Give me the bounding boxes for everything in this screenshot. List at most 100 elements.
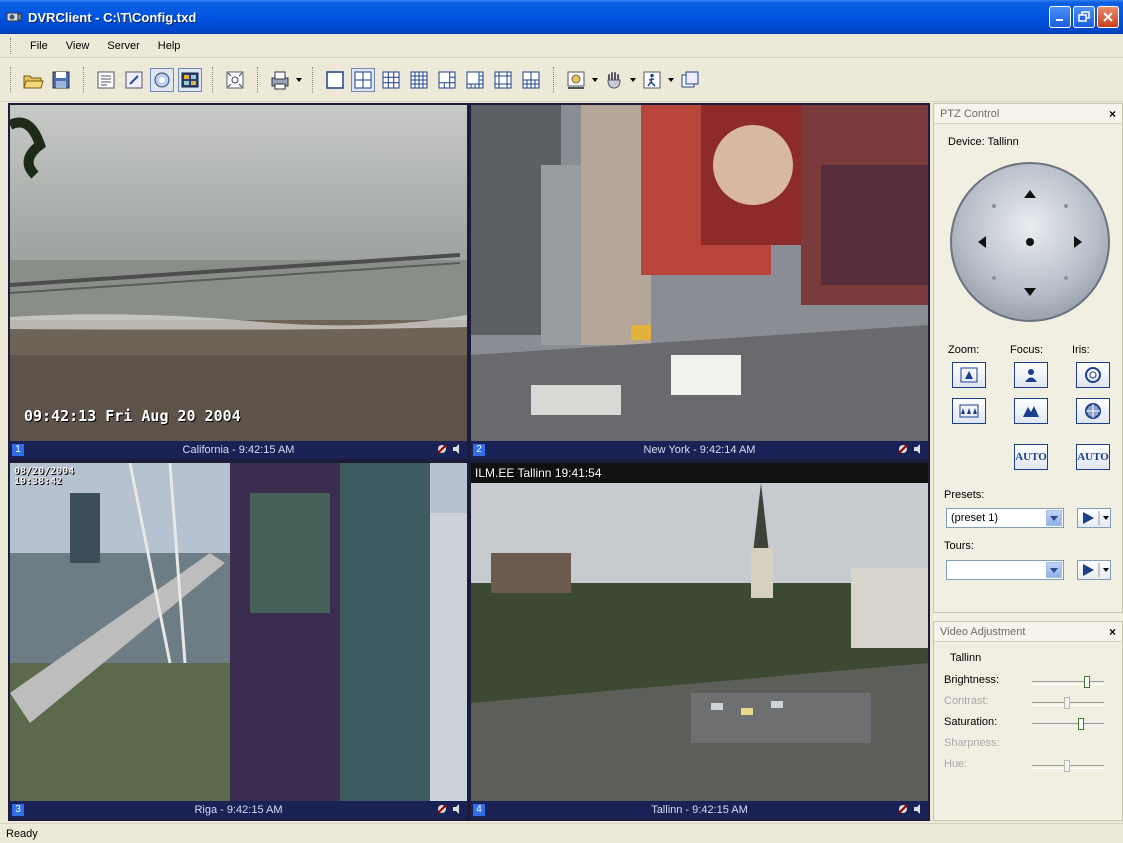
camera-caption: 4 Tallinn - 9:42:15 AM xyxy=(471,801,928,819)
camera-image-oldtown xyxy=(471,463,928,801)
brightness-slider[interactable] xyxy=(1032,676,1104,688)
list-button[interactable] xyxy=(94,68,118,92)
zoom-in-button[interactable] xyxy=(952,362,986,388)
focus-near-icon xyxy=(1025,369,1037,382)
audio-icon xyxy=(914,804,920,814)
ptz-panel-header: PTZ Control × xyxy=(934,104,1122,124)
print-dropdown[interactable] xyxy=(294,68,304,92)
camera-view-2[interactable]: 2 New York - 9:42:14 AM xyxy=(469,103,930,461)
zoom-out-icon xyxy=(959,404,979,418)
chevron-down-icon xyxy=(1046,562,1062,578)
camera-view-1[interactable]: 09:42:13 Fri Aug 20 2004 1 California - … xyxy=(8,103,469,461)
window-button[interactable] xyxy=(678,68,702,92)
focus-far-button[interactable] xyxy=(1014,398,1048,424)
print-button[interactable] xyxy=(268,68,292,92)
motion-dropdown[interactable] xyxy=(666,68,676,92)
arrow-right-icon xyxy=(1074,236,1082,248)
layout-9-button[interactable] xyxy=(379,68,403,92)
audio-icon xyxy=(453,444,459,454)
play-icon xyxy=(1083,563,1109,577)
layout-4-icon xyxy=(354,71,372,88)
preset-play-button[interactable] xyxy=(1077,508,1111,528)
arrow-down-left-icon xyxy=(992,276,996,280)
slider-thumb[interactable] xyxy=(1064,760,1070,772)
saturation-slider[interactable] xyxy=(1032,718,1104,730)
minimize-button[interactable] xyxy=(1049,6,1071,28)
ptz-device-label: Device: Tallinn xyxy=(948,136,1019,148)
slider-thumb[interactable] xyxy=(1078,718,1084,730)
layout-1-button[interactable] xyxy=(323,68,347,92)
pan-left-button[interactable] xyxy=(970,230,994,254)
layout-10-button[interactable] xyxy=(519,68,543,92)
video-adjustment-title: Video Adjustment xyxy=(940,625,1026,638)
layout-4-button[interactable] xyxy=(351,67,375,92)
camera-caption-text: New York - 9:42:14 AM xyxy=(643,444,756,456)
view-circle-button[interactable] xyxy=(150,67,174,92)
layout-6-button[interactable] xyxy=(435,68,459,92)
contrast-slider[interactable] xyxy=(1032,697,1104,709)
view-circle-icon xyxy=(154,72,170,87)
tour-play-button[interactable] xyxy=(1077,560,1111,580)
ptz-home-button[interactable] xyxy=(1018,230,1042,254)
fullscreen-button[interactable] xyxy=(223,68,247,92)
hue-slider[interactable] xyxy=(1032,760,1104,772)
layout-16-button[interactable] xyxy=(407,68,431,92)
presets-select-value: (preset 1) xyxy=(951,512,999,524)
snapshot-dropdown[interactable] xyxy=(590,68,600,92)
arrow-up-right-icon xyxy=(1064,204,1068,208)
hand-button[interactable] xyxy=(602,68,626,92)
edit-button[interactable] xyxy=(122,68,146,92)
layout-10-icon xyxy=(522,71,540,88)
camera-view-3[interactable]: 08/20/2004 19:38:42 3 Riga - 9:42:15 AM xyxy=(8,461,469,821)
slider-thumb[interactable] xyxy=(1064,697,1070,709)
restore-button[interactable] xyxy=(1073,6,1095,28)
layout-1-icon xyxy=(326,70,344,89)
layout-13-button[interactable] xyxy=(491,68,515,92)
ptz-joystick[interactable] xyxy=(950,162,1110,322)
pan-up-left-button[interactable] xyxy=(982,194,1006,218)
record-icon xyxy=(437,804,447,814)
presets-select[interactable]: (preset 1) xyxy=(946,508,1064,528)
ptz-close-button[interactable]: × xyxy=(1109,107,1116,121)
camera-number: 3 xyxy=(12,804,24,816)
pan-right-button[interactable] xyxy=(1066,230,1090,254)
video-adjustment-close-button[interactable]: × xyxy=(1109,625,1116,639)
iris-open-button[interactable] xyxy=(1076,362,1110,388)
window-icon xyxy=(681,71,699,87)
record-icon xyxy=(898,804,908,814)
zoom-out-button[interactable] xyxy=(952,398,986,424)
layout-16-icon xyxy=(410,71,428,88)
motion-button[interactable] xyxy=(640,68,664,92)
menu-view[interactable]: View xyxy=(57,34,99,58)
layout-8-button[interactable] xyxy=(463,68,487,92)
focus-near-button[interactable] xyxy=(1014,362,1048,388)
focus-auto-button[interactable]: AUTO xyxy=(1014,444,1048,470)
zoom-in-icon xyxy=(960,367,978,383)
menu-grip xyxy=(10,37,13,54)
pan-down-button[interactable] xyxy=(1018,280,1042,304)
menu-server[interactable]: Server xyxy=(98,34,148,58)
toolbar-separator xyxy=(257,66,258,93)
hand-dropdown[interactable] xyxy=(628,68,638,92)
slider-thumb[interactable] xyxy=(1084,676,1090,688)
camera-view-4[interactable]: ILM.EE Tallinn 19:41:54 4 Tallinn - 9:42… xyxy=(469,461,930,821)
title-bar: DVRClient - C:\T\Config.txd xyxy=(0,0,1123,34)
tours-select[interactable] xyxy=(946,560,1064,580)
toolbar-grip xyxy=(10,66,13,93)
pan-down-right-button[interactable] xyxy=(1054,266,1078,290)
open-button[interactable] xyxy=(21,68,45,92)
save-button[interactable] xyxy=(49,68,73,92)
toolbar-separator xyxy=(83,66,84,93)
grid-view-button[interactable] xyxy=(178,67,202,92)
camera-timestamp: ILM.EE Tallinn 19:41:54 xyxy=(475,466,602,480)
pan-up-right-button[interactable] xyxy=(1054,194,1078,218)
menu-file[interactable]: File xyxy=(21,34,57,58)
iris-auto-button[interactable]: AUTO xyxy=(1076,444,1110,470)
pan-up-button[interactable] xyxy=(1018,182,1042,206)
snapshot-button[interactable] xyxy=(564,68,588,92)
pan-down-left-button[interactable] xyxy=(982,266,1006,290)
close-button[interactable] xyxy=(1097,6,1119,28)
grid-view-icon xyxy=(181,72,199,87)
iris-close-button[interactable] xyxy=(1076,398,1110,424)
menu-help[interactable]: Help xyxy=(149,34,190,58)
